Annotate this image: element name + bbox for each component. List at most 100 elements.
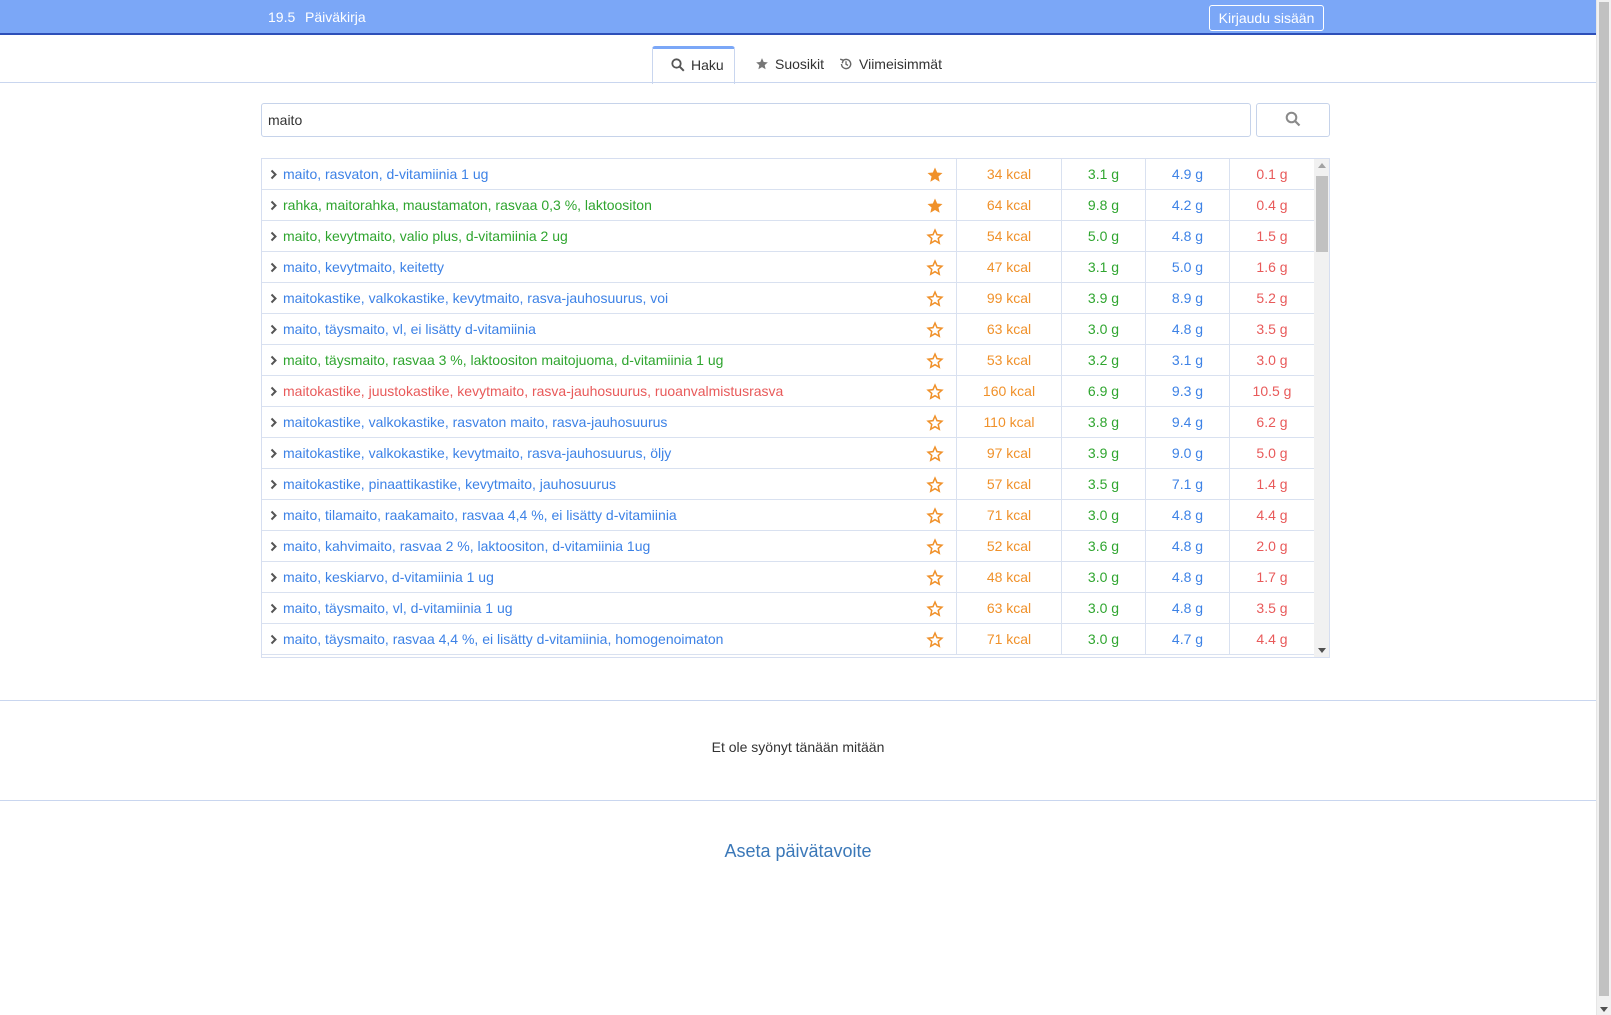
carbs-value: 4.8 g	[1145, 593, 1229, 624]
favorite-star-icon[interactable]	[926, 321, 944, 339]
chevron-right-icon[interactable]	[269, 159, 281, 190]
protein-value: 9.8 g	[1061, 190, 1145, 221]
protein-value: 3.9 g	[1061, 283, 1145, 314]
food-name[interactable]: maitokastike, valkokastike, kevytmaito, …	[283, 283, 923, 314]
chevron-right-icon[interactable]	[269, 283, 281, 314]
protein-value: 3.2 g	[1061, 345, 1145, 376]
favorite-star-icon[interactable]	[926, 507, 944, 525]
result-row[interactable]: maitokastike, juustokastike, kevytmaito,…	[262, 376, 1314, 407]
chevron-right-icon[interactable]	[269, 252, 281, 283]
fat-value: 2.0 g	[1229, 531, 1314, 562]
kcal-value: 71 kcal	[956, 624, 1061, 655]
fat-value: 0.4 g	[1229, 190, 1314, 221]
favorite-star-icon[interactable]	[926, 290, 944, 308]
chevron-right-icon[interactable]	[269, 376, 281, 407]
fat-value: 6.2 g	[1229, 407, 1314, 438]
scroll-down-arrow[interactable]	[1318, 648, 1326, 653]
favorite-star-icon[interactable]	[926, 414, 944, 432]
page-scrollbar[interactable]	[1596, 0, 1611, 1015]
food-name[interactable]: maito, keskiarvo, d-vitamiinia 1 ug	[283, 562, 923, 593]
chevron-right-icon[interactable]	[269, 438, 281, 469]
food-name[interactable]: maitokastike, juustokastike, kevytmaito,…	[283, 376, 923, 407]
chevron-right-icon[interactable]	[269, 190, 281, 221]
favorite-star-icon[interactable]	[926, 569, 944, 587]
page-scroll-down-arrow[interactable]	[1600, 1007, 1608, 1012]
food-name[interactable]: maito, rasvaton, d-vitamiinia 1 ug	[283, 159, 923, 190]
result-row[interactable]: maito, keskiarvo, d-vitamiinia 1 ug 48 kc…	[262, 562, 1314, 593]
fat-value: 1.4 g	[1229, 469, 1314, 500]
result-row[interactable]: maito, tilamaito, raakamaito, rasvaa 4,4…	[262, 500, 1314, 531]
login-button[interactable]: Kirjaudu sisään	[1209, 5, 1324, 31]
favorite-star-icon[interactable]	[926, 166, 944, 184]
food-name[interactable]: maito, kevytmaito, keitetty	[283, 252, 923, 283]
result-row[interactable]: maitokastike, valkokastike, kevytmaito, …	[262, 283, 1314, 314]
result-row[interactable]: maito, kahvimaito, rasvaa 2 %, laktoosit…	[262, 531, 1314, 562]
chevron-right-icon[interactable]	[269, 562, 281, 593]
favorite-star-icon[interactable]	[926, 352, 944, 370]
chevron-right-icon[interactable]	[269, 221, 281, 252]
tab-search[interactable]: Haku	[671, 57, 724, 73]
favorite-star-icon[interactable]	[926, 383, 944, 401]
protein-value: 3.0 g	[1061, 500, 1145, 531]
carbs-value: 4.8 g	[1145, 221, 1229, 252]
food-name[interactable]: maitokastike, valkokastike, kevytmaito, …	[283, 438, 923, 469]
carbs-value: 4.2 g	[1145, 190, 1229, 221]
date-label[interactable]: 19.5	[268, 9, 295, 25]
diary-title[interactable]: Päiväkirja	[305, 9, 366, 25]
chevron-right-icon[interactable]	[269, 624, 281, 655]
result-row[interactable]: maito, täysmaito, vl, d-vitamiinia 1 ug 6…	[262, 593, 1314, 624]
search-button[interactable]	[1256, 103, 1330, 137]
food-name[interactable]: maito, täysmaito, vl, ei lisätty d-vitam…	[283, 314, 923, 345]
result-row[interactable]: maito, kevytmaito, valio plus, d-vitamii…	[262, 221, 1314, 252]
fat-value: 5.2 g	[1229, 283, 1314, 314]
food-name[interactable]: maito, tilamaito, raakamaito, rasvaa 4,4…	[283, 500, 923, 531]
scroll-thumb[interactable]	[1316, 176, 1328, 252]
food-name[interactable]: maito, kahvimaito, rasvaa 2 %, laktoosit…	[283, 531, 923, 562]
section-divider	[0, 800, 1596, 801]
favorite-star-icon[interactable]	[926, 538, 944, 556]
food-name[interactable]: maitokastike, valkokastike, rasvaton mai…	[283, 407, 923, 438]
result-row[interactable]: maito, rasvaton, d-vitamiinia 1 ug 34 kca…	[262, 159, 1314, 190]
tab-favorites[interactable]: Suosikit	[755, 56, 824, 72]
result-row[interactable]: rahka, maitorahka, maustamaton, rasvaa 0…	[262, 190, 1314, 221]
favorite-star-icon[interactable]	[926, 197, 944, 215]
favorite-star-icon[interactable]	[926, 476, 944, 494]
set-daily-goal-link[interactable]: Aseta päivätavoite	[0, 841, 1596, 862]
chevron-right-icon[interactable]	[269, 500, 281, 531]
favorite-star-icon[interactable]	[926, 228, 944, 246]
chevron-right-icon[interactable]	[269, 469, 281, 500]
chevron-right-icon[interactable]	[269, 345, 281, 376]
favorite-star-icon[interactable]	[926, 445, 944, 463]
food-name[interactable]: maito, kevytmaito, valio plus, d-vitamii…	[283, 221, 923, 252]
food-name[interactable]: rahka, maitorahka, maustamaton, rasvaa 0…	[283, 190, 923, 221]
scroll-up-arrow[interactable]	[1318, 163, 1326, 168]
search-input[interactable]: maito	[261, 103, 1251, 137]
kcal-value: 64 kcal	[956, 190, 1061, 221]
result-row[interactable]: maito, täysmaito, rasvaa 3 %, laktoosito…	[262, 345, 1314, 376]
fat-value: 1.6 g	[1229, 252, 1314, 283]
results-scrollbar[interactable]	[1314, 159, 1329, 657]
chevron-right-icon[interactable]	[269, 407, 281, 438]
favorite-star-icon[interactable]	[926, 631, 944, 649]
carbs-value: 9.0 g	[1145, 438, 1229, 469]
chevron-right-icon[interactable]	[269, 593, 281, 624]
protein-value: 3.6 g	[1061, 531, 1145, 562]
result-row[interactable]: maitokastike, valkokastike, rasvaton mai…	[262, 407, 1314, 438]
food-name[interactable]: maito, täysmaito, rasvaa 3 %, laktoosito…	[283, 345, 923, 376]
carbs-value: 3.1 g	[1145, 345, 1229, 376]
food-name[interactable]: maito, täysmaito, vl, d-vitamiinia 1 ug	[283, 593, 923, 624]
favorite-star-icon[interactable]	[926, 600, 944, 618]
result-row[interactable]: maitokastike, pinaattikastike, kevytmait…	[262, 469, 1314, 500]
favorite-star-icon[interactable]	[926, 259, 944, 277]
fat-value: 3.5 g	[1229, 593, 1314, 624]
result-row[interactable]: maito, täysmaito, vl, ei lisätty d-vitam…	[262, 314, 1314, 345]
result-row[interactable]: maito, täysmaito, rasvaa 4,4 %, ei lisät…	[262, 624, 1314, 655]
result-row[interactable]: maitokastike, valkokastike, kevytmaito, …	[262, 438, 1314, 469]
food-name[interactable]: maito, täysmaito, rasvaa 4,4 %, ei lisät…	[283, 624, 923, 655]
tab-recent[interactable]: Viimeisimmät	[839, 56, 942, 72]
food-name[interactable]: maitokastike, pinaattikastike, kevytmait…	[283, 469, 923, 500]
page-scroll-thumb[interactable]	[1599, 2, 1609, 996]
result-row[interactable]: maito, kevytmaito, keitetty 47 kcal 3.1 g5…	[262, 252, 1314, 283]
chevron-right-icon[interactable]	[269, 314, 281, 345]
chevron-right-icon[interactable]	[269, 531, 281, 562]
